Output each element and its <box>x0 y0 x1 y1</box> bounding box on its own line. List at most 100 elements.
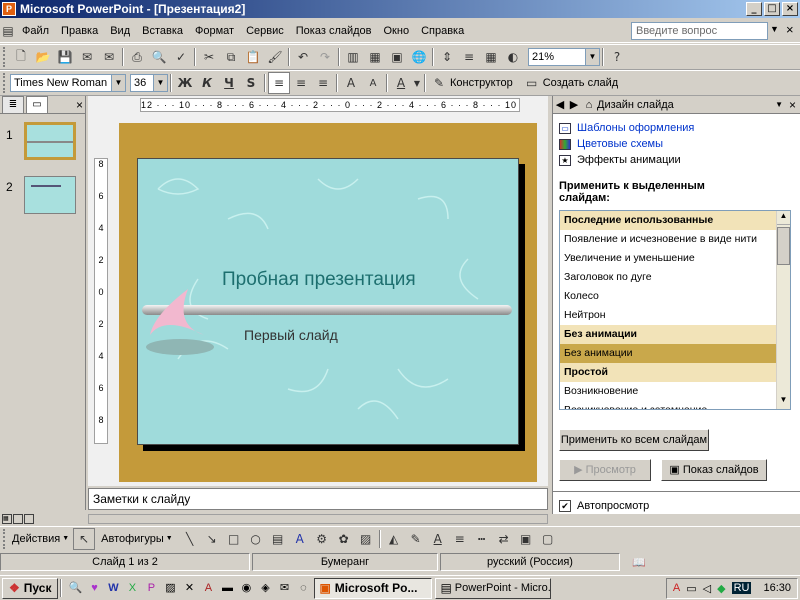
slideshow-view-icon[interactable] <box>24 514 34 524</box>
scroll-up-icon[interactable]: ▲ <box>777 211 790 225</box>
volume-icon[interactable]: ◁ <box>703 582 711 595</box>
increase-font-icon[interactable]: A <box>340 72 362 94</box>
new-icon[interactable]: 🗋 <box>10 46 32 68</box>
shadow-button[interactable]: S <box>240 72 262 94</box>
forward-icon[interactable]: ▶ <box>567 98 581 111</box>
apply-all-button[interactable]: Применить ко всем слайдам <box>559 429 709 451</box>
chevron-down-icon[interactable]: ▼ <box>412 72 422 94</box>
slide-title[interactable]: Пробная презентация <box>222 269 416 291</box>
font-color-icon[interactable]: A <box>390 72 412 94</box>
toolbar-grip[interactable] <box>3 528 7 549</box>
heart-icon[interactable]: ♥ <box>86 580 102 596</box>
slide-thumbnail-1[interactable] <box>24 122 76 160</box>
slides-tab[interactable]: ▭ <box>26 95 48 114</box>
line-color-icon[interactable]: ✎ <box>405 528 427 550</box>
cut-icon[interactable]: ✂ <box>198 46 220 68</box>
close-panel-icon[interactable]: × <box>76 98 83 112</box>
tables-borders-icon[interactable]: ▣ <box>386 46 408 68</box>
desktop-icon[interactable]: ▬ <box>219 580 235 596</box>
animation-list-item[interactable]: Колесо <box>560 287 778 306</box>
grid-icon[interactable]: ▦ <box>480 46 502 68</box>
design-templates-link[interactable]: ▭ Шаблоны оформления <box>553 120 800 136</box>
menu-view[interactable]: Вид <box>104 21 136 41</box>
autoshapes-menu[interactable]: Автофигуры <box>101 533 164 545</box>
dash-style-icon[interactable]: ┅ <box>471 528 493 550</box>
menu-file[interactable]: Файл <box>16 21 55 41</box>
access-icon[interactable]: A <box>200 580 216 596</box>
picture-icon[interactable]: ▨ <box>355 528 377 550</box>
task-powerpoint-help[interactable]: ▤ PowerPoint - Micro... <box>435 577 552 599</box>
tools-icon[interactable]: ✕ <box>181 580 197 596</box>
chevron-down-icon[interactable]: ▼ <box>585 49 599 65</box>
bold-button[interactable]: Ж <box>174 72 196 94</box>
color-schemes-link[interactable]: Цветовые схемы <box>553 136 800 152</box>
normal-view-icon[interactable]: ▦ <box>2 514 12 524</box>
select-pointer-icon[interactable]: ↖ <box>73 527 96 550</box>
animation-list-item[interactable]: Нейтрон <box>560 306 778 325</box>
chevron-down-icon[interactable]: ▼ <box>111 75 125 91</box>
align-right-icon[interactable]: ≡ <box>312 72 334 94</box>
fill-color-icon[interactable]: ◭ <box>383 528 405 550</box>
hyperlink-icon[interactable]: 🌐 <box>408 46 430 68</box>
email-icon[interactable]: ✉ <box>98 46 120 68</box>
font-color-icon[interactable]: A <box>427 528 449 550</box>
notes-field[interactable]: Заметки к слайду <box>88 488 548 510</box>
doc-close-icon[interactable]: × <box>786 22 794 37</box>
designer-icon[interactable]: ✎ <box>428 72 450 94</box>
scroll-thumb[interactable] <box>777 227 790 265</box>
network-icon[interactable]: ◌ <box>295 580 311 596</box>
designer-button[interactable]: Конструктор <box>450 77 513 89</box>
animation-list-item[interactable]: Без анимации <box>560 344 778 363</box>
actions-menu[interactable]: Действия <box>12 533 60 545</box>
undo-icon[interactable]: ↶ <box>292 46 314 68</box>
spelling-icon[interactable]: ✓ <box>170 46 192 68</box>
menu-help[interactable]: Справка <box>415 21 470 41</box>
align-center-icon[interactable]: ≡ <box>290 72 312 94</box>
arrow-style-icon[interactable]: ⇄ <box>493 528 515 550</box>
diagram-icon[interactable]: ⚙ <box>311 528 333 550</box>
underline-button[interactable]: Ч <box>218 72 240 94</box>
color-grayscale-icon[interactable]: ◐ <box>502 46 524 68</box>
back-icon[interactable]: ◀ <box>553 98 567 111</box>
menu-slideshow[interactable]: Показ слайдов <box>290 21 378 41</box>
media-icon[interactable]: ◉ <box>238 580 254 596</box>
permission-icon[interactable]: ✉ <box>76 46 98 68</box>
language-indicator[interactable]: RU <box>731 582 752 594</box>
close-window-button[interactable]: × <box>782 2 798 16</box>
decrease-font-icon[interactable]: A <box>362 72 384 94</box>
minimize-button[interactable]: _ <box>746 2 762 16</box>
doc-icon[interactable]: ▤ <box>0 20 16 42</box>
oval-icon[interactable]: ○ <box>245 528 267 550</box>
format-painter-icon[interactable]: 🖌 <box>264 46 286 68</box>
chevron-down-icon[interactable]: ▼ <box>153 75 167 91</box>
picture-manager-icon[interactable]: ▨ <box>162 580 178 596</box>
autopreview-checkbox[interactable]: ✔ <box>559 500 571 512</box>
explorer-icon[interactable]: ◈ <box>257 580 273 596</box>
print-preview-icon[interactable]: 🔍 <box>148 46 170 68</box>
menu-edit[interactable]: Правка <box>55 21 104 41</box>
chart-icon[interactable]: ▥ <box>342 46 364 68</box>
menu-tools[interactable]: Сервис <box>240 21 290 41</box>
animation-list[interactable]: Последние использованные Появление и исче… <box>559 210 791 410</box>
display-icon[interactable]: ▭ <box>686 582 696 595</box>
outlook-icon[interactable]: ✉ <box>276 580 292 596</box>
print-icon[interactable]: ⎙ <box>126 46 148 68</box>
shadow-style-icon[interactable]: ▣ <box>515 528 537 550</box>
slideshow-button[interactable]: ▣ Показ слайдов <box>661 459 767 481</box>
word-icon[interactable]: W <box>105 580 121 596</box>
rectangle-icon[interactable]: □ <box>223 528 245 550</box>
list-scrollbar[interactable]: ▲ ▼ <box>776 211 790 409</box>
chevron-down-icon[interactable]: ▼ <box>166 535 173 542</box>
align-left-icon[interactable]: ≡ <box>268 72 290 94</box>
antivirus-icon[interactable]: A <box>673 582 680 594</box>
slide-thumbnail-2[interactable] <box>24 176 76 214</box>
animation-schemes-link[interactable]: ★ Эффекты анимации <box>553 152 800 168</box>
line-style-icon[interactable]: ≡ <box>449 528 471 550</box>
3d-style-icon[interactable]: ▢ <box>537 528 559 550</box>
preview-button[interactable]: ▶ Просмотр <box>559 459 651 481</box>
animation-list-item[interactable]: Появление и исчезновение в виде нити <box>560 230 778 249</box>
horizontal-scrollbar[interactable] <box>88 514 548 524</box>
menu-window[interactable]: Окно <box>378 21 416 41</box>
publisher-icon[interactable]: P <box>143 580 159 596</box>
maximize-button[interactable]: □ <box>764 2 780 16</box>
